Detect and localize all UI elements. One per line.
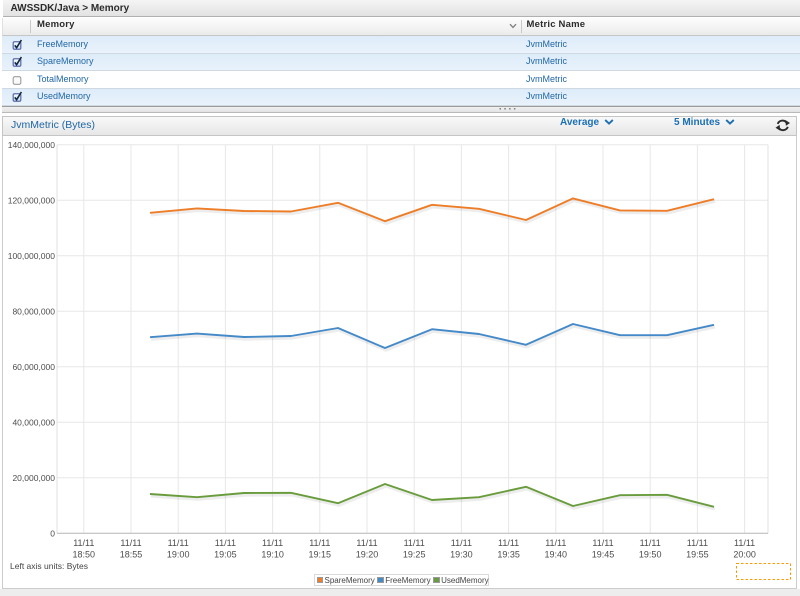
svg-text:20,000,000: 20,000,000 [12,473,55,483]
svg-text:80,000,000: 80,000,000 [12,306,55,316]
svg-text:11/1118:55: 11/1118:55 [120,538,143,560]
svg-text:0: 0 [50,528,55,538]
svg-text:11/1119:15: 11/1119:15 [309,538,332,560]
svg-text:40,000,000: 40,000,000 [12,417,55,427]
svg-text:11/1119:50: 11/1119:50 [639,538,662,560]
svg-text:11/1119:55: 11/1119:55 [686,538,709,560]
svg-text:11/1120:00: 11/1120:00 [733,538,756,560]
svg-text:60,000,000: 60,000,000 [12,362,55,372]
svg-text:11/1119:35: 11/1119:35 [497,538,520,560]
svg-text:100,000,000: 100,000,000 [8,251,56,261]
svg-text:11/1119:45: 11/1119:45 [592,538,615,560]
svg-text:11/1119:40: 11/1119:40 [545,538,568,560]
svg-text:11/1119:20: 11/1119:20 [356,538,379,560]
svg-text:11/1119:05: 11/1119:05 [214,538,237,560]
svg-text:11/1119:00: 11/1119:00 [167,538,190,560]
svg-text:11/1119:30: 11/1119:30 [450,538,473,560]
svg-text:11/1119:25: 11/1119:25 [403,538,426,560]
svg-text:11/1119:10: 11/1119:10 [261,538,284,560]
svg-text:11/1118:50: 11/1118:50 [73,538,96,560]
svg-text:120,000,000: 120,000,000 [8,195,56,205]
svg-text:140,000,000: 140,000,000 [8,140,56,150]
